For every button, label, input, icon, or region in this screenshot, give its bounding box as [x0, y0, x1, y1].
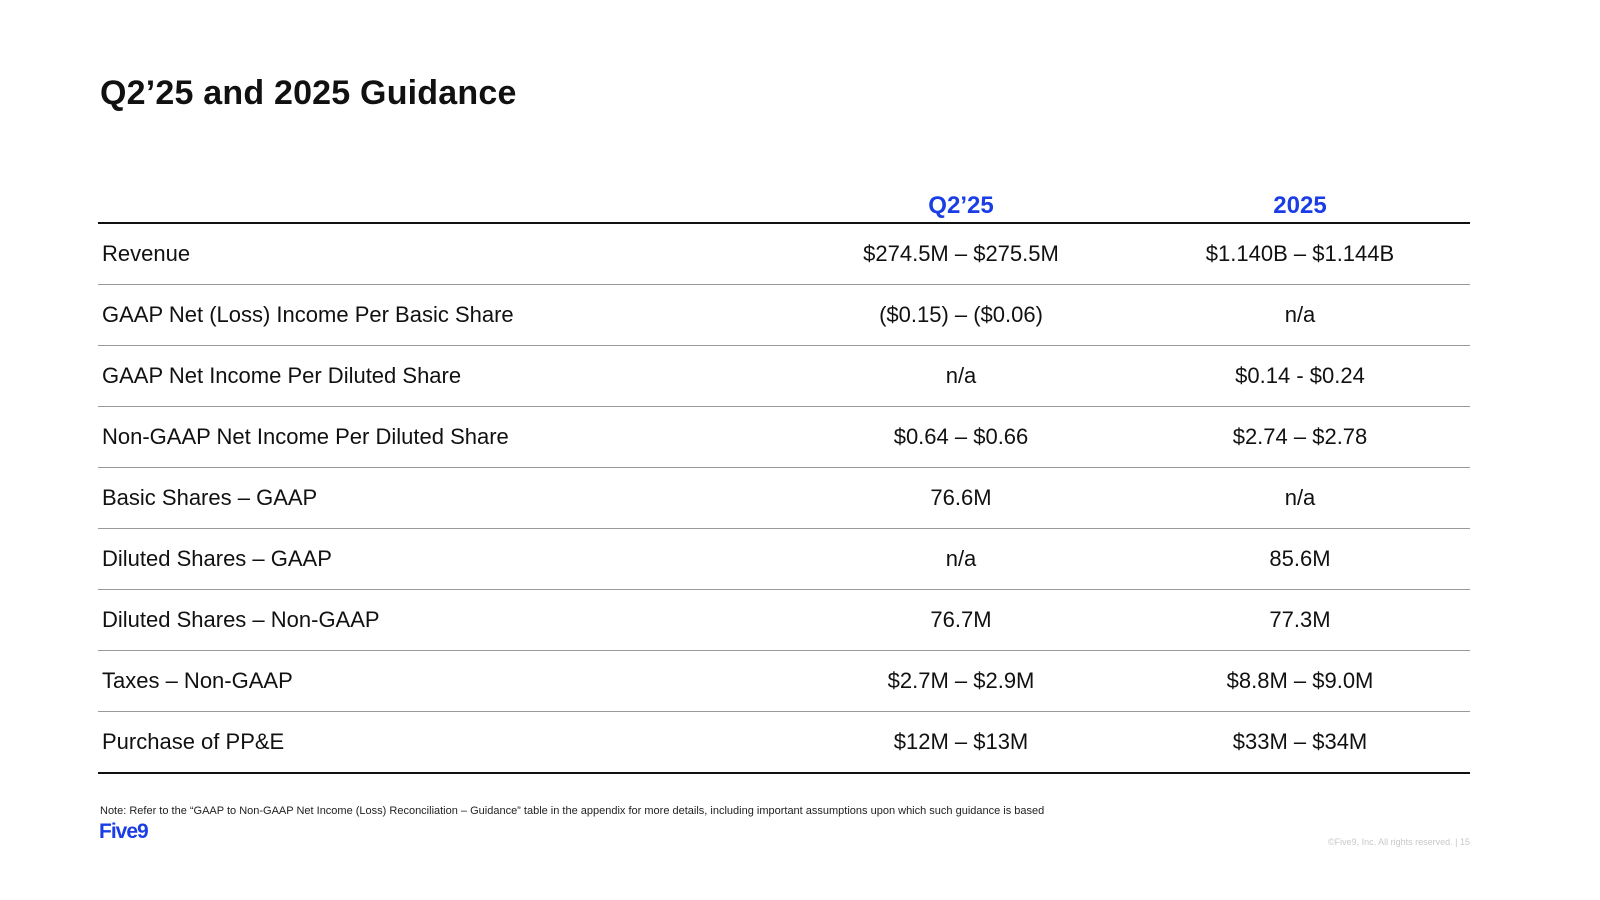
table-header: Q2’25 2025 [98, 184, 1470, 224]
row-label: Revenue [102, 241, 191, 266]
column-header-2025: 2025 [1273, 192, 1327, 219]
table-row: Non-GAAP Net Income Per Diluted Share $0… [98, 407, 1470, 468]
row-label: Taxes – Non-GAAP [102, 668, 293, 693]
row-label: Basic Shares – GAAP [102, 485, 318, 510]
fy-value: $1.140B – $1.144B [1205, 241, 1395, 266]
fy-value: $33M – $34M [1232, 729, 1368, 754]
column-header-q2: Q2’25 [928, 192, 994, 219]
row-label: Diluted Shares – GAAP [102, 546, 332, 571]
table-row: Diluted Shares – GAAP n/a 85.6M [98, 529, 1470, 590]
q2-value: 76.7M [930, 607, 992, 632]
q2-value: $12M – $13M [893, 729, 1029, 754]
row-label: Purchase of PP&E [102, 729, 285, 754]
fy-value: $8.8M – $9.0M [1226, 668, 1374, 693]
table-row: Purchase of PP&E $12M – $13M $33M – $34M [98, 712, 1470, 774]
row-label: GAAP Net Income Per Diluted Share [102, 363, 462, 388]
fy-value: 77.3M [1269, 607, 1331, 632]
q2-value: 76.6M [930, 485, 992, 510]
table-row: GAAP Net (Loss) Income Per Basic Share (… [98, 285, 1470, 346]
fy-value: n/a [1284, 485, 1316, 510]
q2-value: $274.5M – $275.5M [863, 241, 1059, 266]
page-title: Q2’25 and 2025 Guidance [100, 74, 517, 112]
fy-value: 85.6M [1269, 546, 1331, 571]
fy-value: $2.74 – $2.78 [1232, 424, 1368, 449]
fy-value: $0.14 - $0.24 [1235, 363, 1365, 388]
q2-value: $0.64 – $0.66 [893, 424, 1029, 449]
q2-value: ($0.15) – ($0.06) [879, 302, 1043, 327]
table-row: Taxes – Non-GAAP $2.7M – $2.9M $8.8M – $… [98, 651, 1470, 712]
copyright-footer: ©Five9, Inc. All rights reserved. | 15 [1327, 837, 1470, 847]
guidance-table: Q2’25 2025 Revenue $274.5M – $275.5M $1.… [98, 184, 1470, 774]
row-label: GAAP Net (Loss) Income Per Basic Share [102, 302, 514, 327]
footnote: Note: Refer to the “GAAP to Non-GAAP Net… [100, 805, 1045, 817]
fy-value: n/a [1284, 302, 1316, 327]
row-label: Non-GAAP Net Income Per Diluted Share [102, 424, 509, 449]
q2-value: $2.7M – $2.9M [887, 668, 1035, 693]
table-row: Basic Shares – GAAP 76.6M n/a [98, 468, 1470, 529]
row-label: Diluted Shares – Non-GAAP [102, 607, 380, 632]
five9-logo: Five9 [99, 820, 149, 843]
table-row: GAAP Net Income Per Diluted Share n/a $0… [98, 346, 1470, 407]
q2-value: n/a [945, 363, 977, 388]
table-row: Diluted Shares – Non-GAAP 76.7M 77.3M [98, 590, 1470, 651]
table-row: Revenue $274.5M – $275.5M $1.140B – $1.1… [98, 224, 1470, 285]
q2-value: n/a [945, 546, 977, 571]
